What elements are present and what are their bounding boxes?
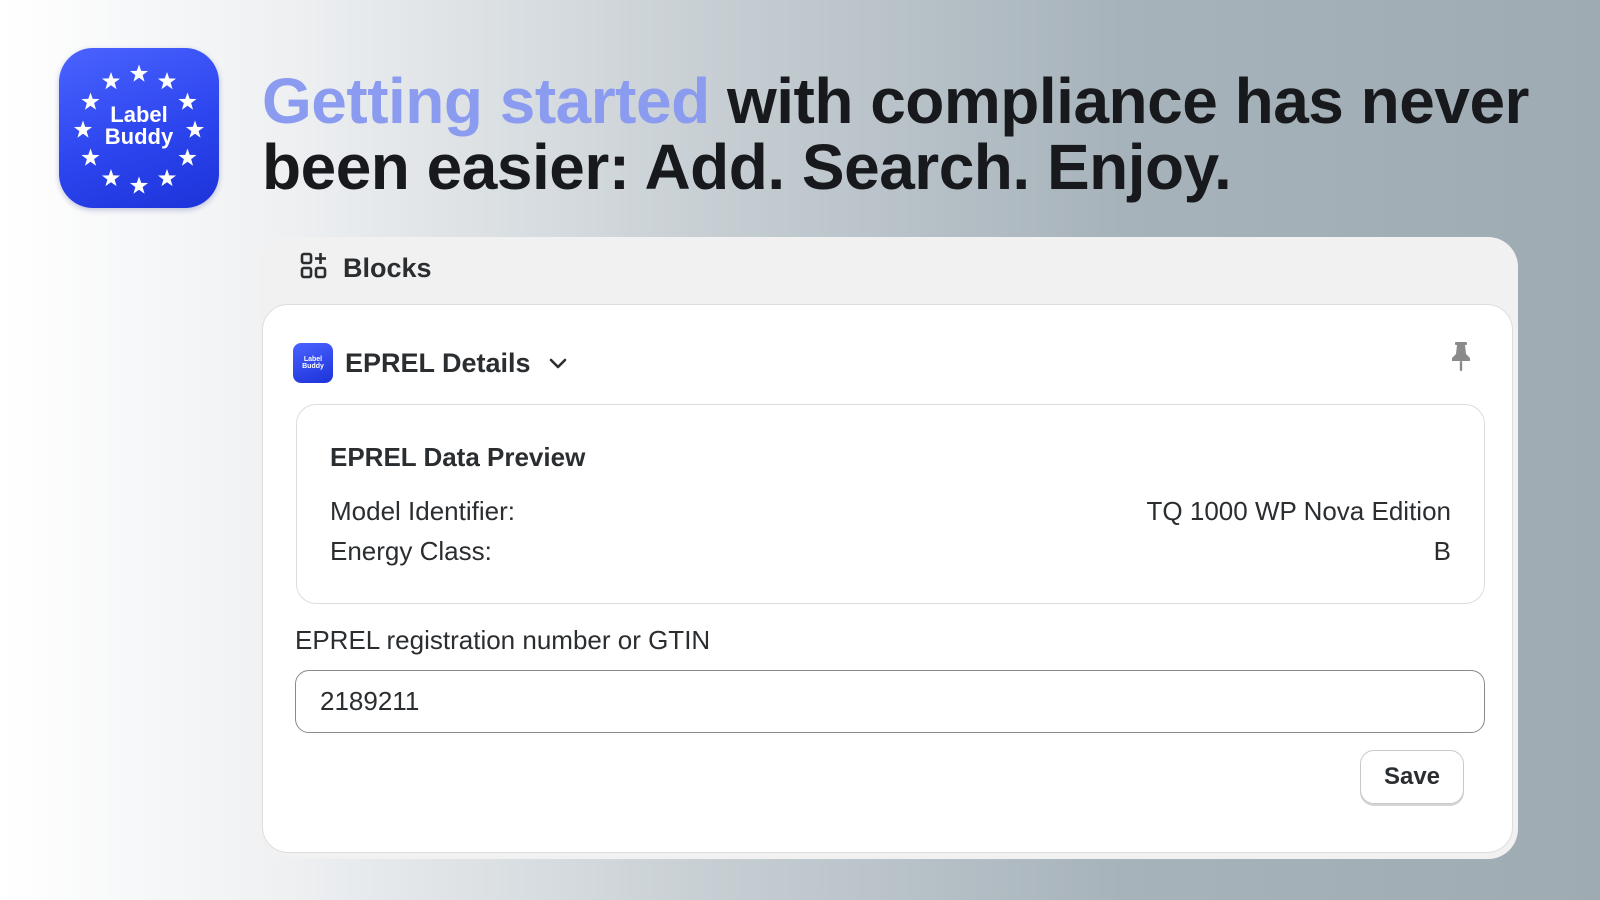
label-buddy-logo: Label Buddy xyxy=(59,48,219,208)
star-icon xyxy=(101,169,121,187)
eprel-details-card: Label Buddy EPREL Details EPREL Data Pre… xyxy=(262,304,1513,853)
eprel-field-label: EPREL registration number or GTIN xyxy=(295,625,711,655)
blocks-panel: Blocks Label Buddy EPREL Details EPREL D… xyxy=(259,237,1518,859)
mini-logo-text: Label Buddy xyxy=(302,356,324,370)
logo-line-1: Label xyxy=(110,102,168,127)
blocks-label: Blocks xyxy=(343,252,432,283)
star-icon xyxy=(101,72,121,90)
model-identifier-label: Model Identifier: xyxy=(330,496,515,526)
logo-line-2: Buddy xyxy=(104,124,174,149)
star-icon xyxy=(129,64,149,82)
model-identifier-value: TQ 1000 WP Nova Edition xyxy=(1146,496,1451,526)
logo-text: Label Buddy xyxy=(59,104,219,148)
page-headline: Getting started with compliance has neve… xyxy=(262,68,1562,200)
preview-row-model: Model Identifier: TQ 1000 WP Nova Editio… xyxy=(330,496,1451,528)
pin-icon[interactable] xyxy=(1448,341,1474,378)
eprel-data-preview: EPREL Data Preview Model Identifier: TQ … xyxy=(296,404,1485,604)
energy-class-value: B xyxy=(1433,536,1451,566)
star-icon xyxy=(129,176,149,194)
blocks-header: Blocks xyxy=(299,247,432,289)
preview-title: EPREL Data Preview xyxy=(330,442,586,472)
save-button[interactable]: Save xyxy=(1360,750,1464,804)
energy-class-label: Energy Class: xyxy=(330,536,492,566)
card-title: EPREL Details xyxy=(345,347,531,378)
card-header[interactable]: Label Buddy EPREL Details xyxy=(293,343,569,383)
headline-accent: Getting started xyxy=(262,65,710,137)
eprel-number-input[interactable] xyxy=(295,670,1485,733)
star-icon xyxy=(157,72,177,90)
chevron-down-icon[interactable] xyxy=(547,352,569,374)
app-mini-logo-icon: Label Buddy xyxy=(293,343,333,383)
preview-row-energy: Energy Class: B xyxy=(330,536,1451,568)
star-icon xyxy=(81,148,100,166)
star-icon xyxy=(157,169,177,187)
star-icon xyxy=(178,148,197,166)
blocks-icon xyxy=(299,251,329,286)
